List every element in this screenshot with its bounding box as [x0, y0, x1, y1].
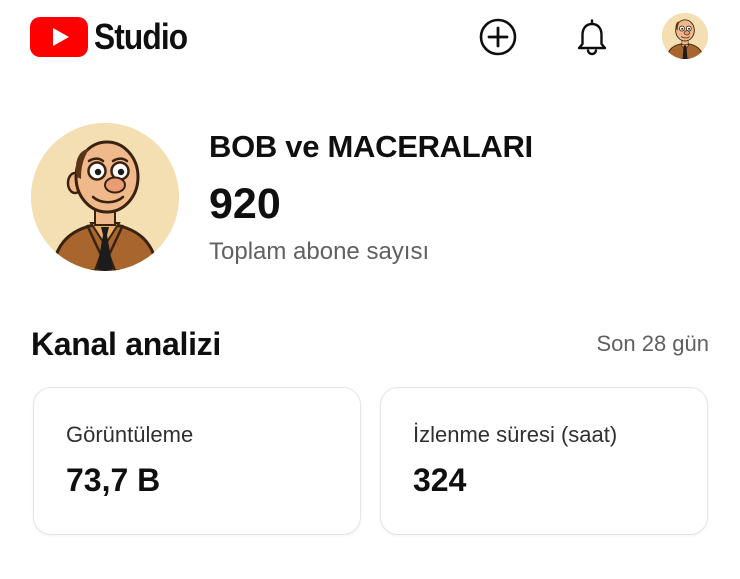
account-avatar[interactable]	[662, 13, 708, 59]
notifications-bell-icon	[577, 19, 607, 56]
watch-time-card[interactable]: İzlenme süresi (saat) 324	[380, 387, 708, 535]
channel-name: BOB ve MACERALARI	[209, 129, 533, 164]
create-plus-icon	[479, 18, 517, 56]
watch-time-value: 324	[413, 462, 467, 498]
views-label: Görüntüleme	[66, 422, 194, 447]
subscriber-count: 920	[209, 180, 281, 228]
youtube-studio-logo[interactable]: Studio	[30, 17, 200, 57]
cartoon-man-avatar-icon	[662, 13, 708, 59]
logo-text: Studio	[94, 16, 188, 57]
views-card[interactable]: Görüntüleme 73,7 B	[33, 387, 361, 535]
cartoon-man-avatar-icon	[31, 123, 179, 271]
youtube-play-icon	[30, 17, 88, 57]
views-value: 73,7 B	[66, 462, 161, 498]
analytics-period: Son 28 gün	[596, 331, 709, 356]
analytics-title: Kanal analizi	[31, 326, 221, 362]
notifications-button[interactable]	[572, 17, 612, 57]
watch-time-label: İzlenme süresi (saat)	[413, 422, 618, 447]
create-button[interactable]	[478, 17, 518, 57]
channel-avatar[interactable]	[31, 123, 179, 271]
subscriber-label: Toplam abone sayısı	[209, 238, 430, 265]
top-bar: Studio	[0, 0, 740, 80]
